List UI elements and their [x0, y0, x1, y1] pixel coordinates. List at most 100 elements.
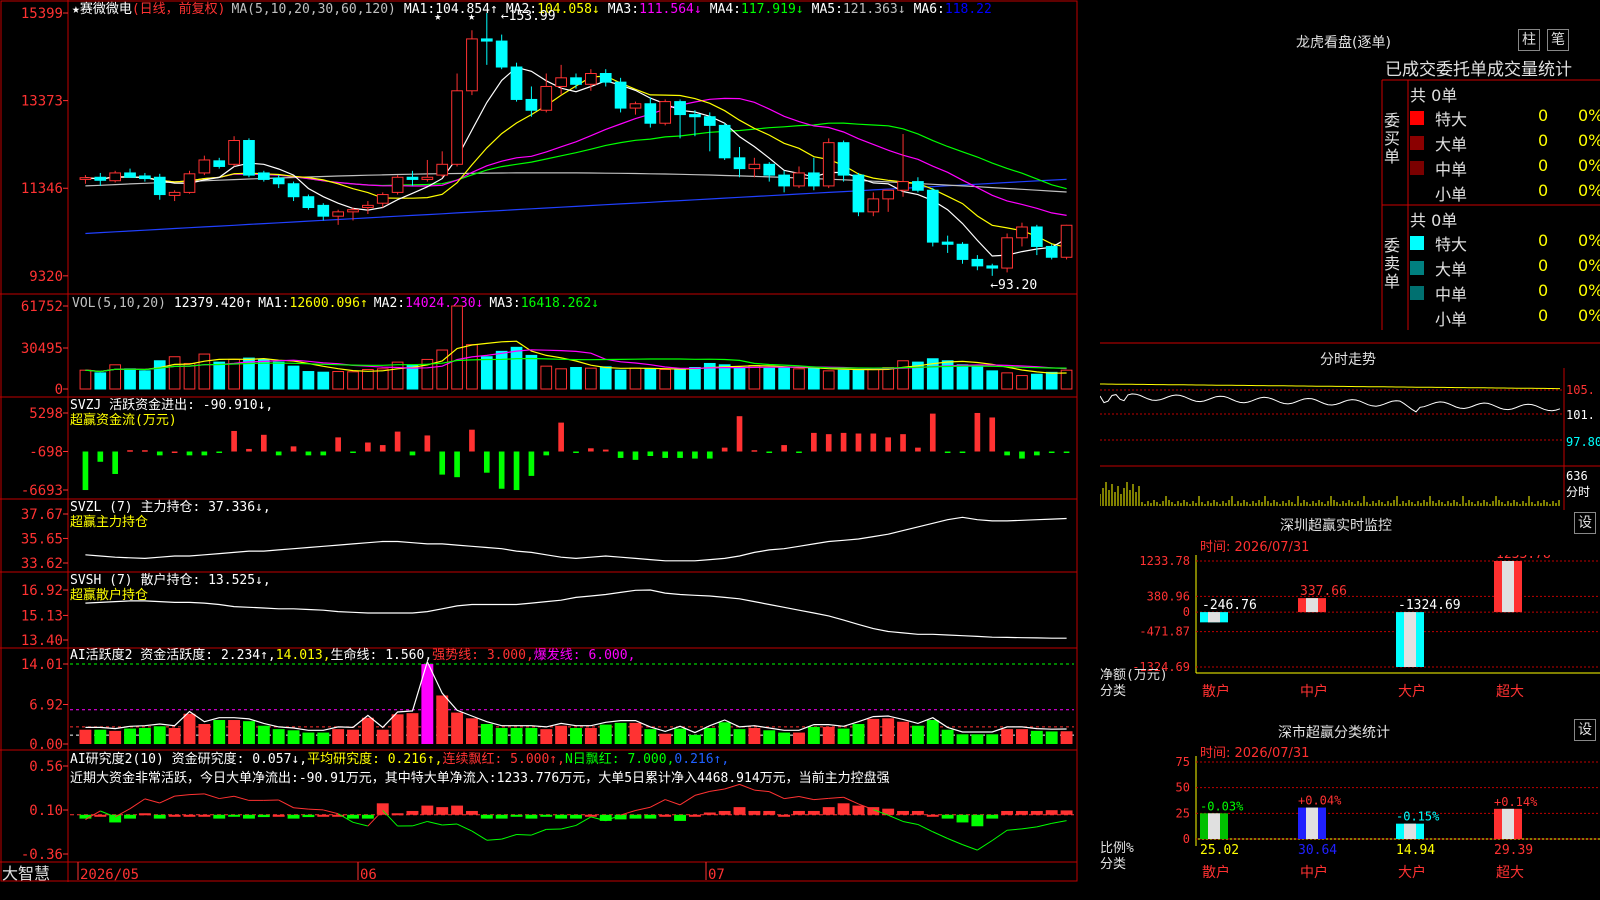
vol-label: VOL(5,10,20) — [72, 296, 166, 311]
class-settings-button[interactable]: 设 — [1574, 719, 1596, 741]
order-count: 0 — [1538, 181, 1549, 200]
fund-flow-bar — [855, 433, 862, 452]
research-wave-line — [1021, 826, 1037, 830]
order-pct: 0% — [1578, 181, 1600, 200]
y-tick-label: 0.56 — [29, 759, 63, 775]
activity-bar — [718, 722, 731, 744]
activity-bar — [763, 730, 776, 744]
monitor-y-tick: -471.87 — [1139, 625, 1190, 639]
vol-ma-value: 12600.096↑ — [290, 296, 368, 311]
fund-flow-bar — [231, 430, 237, 452]
volume-bar — [495, 350, 508, 390]
volume-bar — [272, 361, 285, 390]
svzl-panel[interactable]: 37.67 35.65 33.62 SVZL (7) 主力持仓: 37.336↓,超赢… — [21, 500, 1067, 572]
class-category: 中户 — [1300, 864, 1328, 881]
activity-bar — [956, 734, 969, 744]
svzj-label: SVZJ 活跃资金进出: -90.910↓, — [70, 397, 273, 413]
research-wave-line — [174, 794, 190, 797]
ai-active-val2: 14.013, — [276, 648, 331, 663]
fund-flow-bar — [915, 447, 921, 452]
ai-active-panel[interactable]: 14.01 6.92 0.00 AI活跃度2 资金活跃度: 2.234↑,14.013… — [21, 647, 1074, 753]
research-bar — [748, 810, 761, 815]
fund-flow-bar — [677, 451, 683, 458]
main-chart-area[interactable]: 1539913373113469320★赛微微电(日线，前复权) MA(5,10,… — [0, 0, 1100, 900]
vol-ma-value: 14024.230↓ — [405, 296, 483, 311]
research-bar — [138, 813, 151, 816]
vol-header: VOL(5,10,20) 12379.420↑ MA1:12600.096↑ MA2:… — [72, 296, 599, 311]
fund-flow-bar — [989, 417, 996, 452]
research-bar — [376, 803, 389, 815]
candle-down — [926, 189, 939, 243]
research-wave-line — [427, 820, 443, 826]
price-panel[interactable]: 1539913373113469320★赛微微电(日线，前复权) MA(5,10,… — [21, 1, 1073, 293]
research-bar — [361, 814, 374, 819]
svzj-panel[interactable]: 5298 -698 -6693 SVZJ 活跃资金进出: -90.910↓,超赢资金流… — [21, 397, 1070, 499]
monitor-settings-button[interactable]: 设 — [1574, 512, 1596, 534]
class-y-label: 比例% — [1100, 841, 1134, 856]
fund-flow-bar — [171, 451, 178, 454]
svzl-sub: 超赢主力持仓 — [70, 514, 148, 530]
class-category: 散户 — [1202, 864, 1230, 881]
candle-up — [659, 101, 672, 124]
candle-up — [822, 142, 835, 187]
order-pct: 0% — [1578, 231, 1600, 250]
volume-panel[interactable]: 61752 30495 0 VOL(5,10,20) 12379.420↑ MA1:126… — [21, 296, 1073, 398]
order-pct: 0% — [1578, 306, 1600, 325]
volume-bar — [570, 366, 582, 390]
volume-bar — [198, 353, 211, 390]
intraday-chart[interactable]: 105. 101. 97.80 636 分时 — [1100, 368, 1600, 510]
volume-bar — [525, 354, 538, 390]
class-stats-chart[interactable]: 75 50 25 0 比例%分类 -0.03% 25.02 散户 +0.04% 30.64 中户 -0… — [1100, 756, 1600, 900]
svsh-panel[interactable]: 16.9215.1313.40SVSH (7) 散户持仓: 13.525↓,超赢… — [21, 572, 1067, 649]
research-bar — [198, 814, 211, 817]
class-category: 大户 — [1398, 864, 1426, 881]
volume-bar — [1045, 371, 1058, 390]
research-wave-line — [784, 795, 800, 800]
activity-bar — [287, 730, 300, 744]
brand-label: 大智慧 — [2, 864, 50, 883]
monitor-bar-shine — [1306, 598, 1318, 613]
volume-bar — [1001, 372, 1013, 390]
volume-bar — [614, 369, 627, 390]
research-wave-line — [709, 788, 725, 792]
candle-up — [228, 140, 240, 165]
volume-bar — [391, 361, 404, 390]
strong-line-label: 强势线: 3.000, — [432, 647, 534, 663]
research-bar — [465, 810, 478, 815]
ai-research-panel[interactable]: 0.56 0.10 -0.36 AI研究度2(10) 资金研究度: 0.057↓,平均… — [21, 751, 1074, 863]
candle-down — [1045, 245, 1058, 258]
volume-bar — [822, 370, 835, 390]
research-bar — [109, 814, 122, 823]
fund-flow-bar — [350, 451, 356, 454]
intraday-tick: 105. — [1566, 383, 1595, 397]
research-bar — [451, 805, 464, 815]
research-wave-line — [412, 820, 428, 827]
activity-bar — [778, 732, 791, 744]
x-axis: 大智慧 2026/05 06 07 — [2, 862, 725, 883]
research-wave-line — [917, 824, 933, 833]
candle-up — [168, 191, 181, 196]
sell-group-label: 委卖单 — [1384, 236, 1401, 291]
activity-bar — [376, 729, 389, 744]
research-wave-line — [159, 795, 175, 804]
fund-flow-bar — [127, 450, 133, 452]
research-wave-line — [456, 823, 473, 832]
activity-bar — [79, 729, 92, 744]
volume-bar — [674, 368, 686, 390]
research-wave-line — [843, 796, 859, 805]
candle-down — [852, 174, 865, 213]
activity-bar — [570, 728, 582, 744]
chart-mode: (日线，前复权) — [132, 1, 226, 17]
research-wave-line — [977, 840, 993, 851]
activity-bar — [852, 724, 865, 744]
volume-bar — [555, 368, 567, 390]
activity-bar — [465, 718, 478, 744]
sz-monitor-chart[interactable]: 1233.78 380.96 0 -471.87 -1324.69 净额(万元)分类 -24… — [1100, 555, 1600, 715]
volume-bar — [168, 356, 181, 390]
research-bar — [956, 814, 969, 823]
right-panel: 龙虎看盘(逐单) 柱 笔 已成交委托单成交量统计 委买单 共 0单 特大00%大… — [1100, 0, 1600, 900]
fund-flow-bar — [1019, 451, 1025, 459]
volume-bar — [332, 371, 345, 390]
volume-bar — [124, 368, 136, 390]
candle-down — [912, 181, 924, 191]
